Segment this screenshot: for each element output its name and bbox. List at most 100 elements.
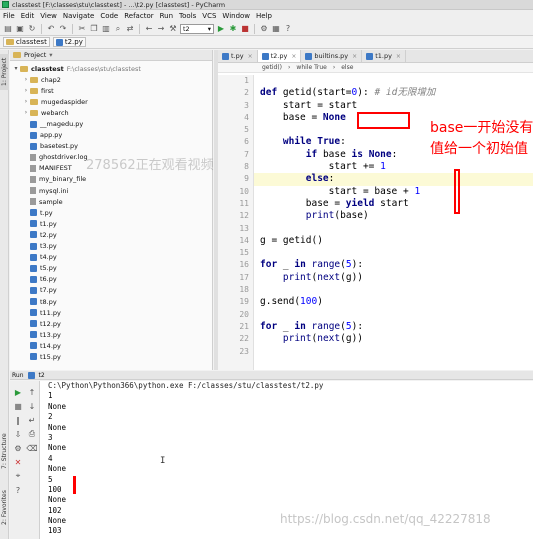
dump-threads-icon[interactable]: ⇩ <box>13 429 23 439</box>
trash-icon[interactable]: ⌫ <box>26 443 37 453</box>
expand-right-icon[interactable]: › <box>22 98 30 105</box>
console-output-line: 103 <box>48 526 62 536</box>
open-icon[interactable]: ▤ <box>3 24 13 34</box>
expand-right-icon[interactable]: › <box>22 109 30 116</box>
toolbar-separator <box>139 23 140 34</box>
menu-window[interactable]: Window <box>219 12 253 20</box>
tree-item-label: t11.py <box>40 308 61 317</box>
find-icon[interactable]: ⌕ <box>113 24 123 34</box>
nav-project[interactable]: classtest <box>3 37 50 47</box>
menu-refactor[interactable]: Refactor <box>121 12 156 20</box>
paste-icon[interactable]: ▥ <box>101 24 111 34</box>
menu-view[interactable]: View <box>37 12 60 20</box>
menu-tools[interactable]: Tools <box>176 12 199 20</box>
run-config-select[interactable]: t2 ▾ <box>180 23 214 34</box>
tree-root[interactable]: ▾ classtest F:\classes\stu\classtest <box>10 63 212 74</box>
tree-item[interactable]: t5.py <box>10 263 212 274</box>
help-icon[interactable]: ? <box>13 485 23 495</box>
menu-navigate[interactable]: Navigate <box>60 12 97 20</box>
build-icon[interactable]: ⚒ <box>168 24 178 34</box>
tab-t2[interactable]: t2.py × <box>257 50 302 62</box>
project-structure-icon[interactable]: ▦ <box>271 24 281 34</box>
help-icon[interactable]: ? <box>283 24 293 34</box>
sync-icon[interactable]: ↻ <box>27 24 37 34</box>
tree-item[interactable]: t6.py <box>10 274 212 285</box>
tree-item[interactable]: t12.py <box>10 318 212 329</box>
tree-item[interactable]: t.py <box>10 207 212 218</box>
forward-icon[interactable]: → <box>156 24 166 34</box>
tab-t1[interactable]: t1.py × <box>362 50 406 62</box>
project-tool-tab[interactable]: 1: Project <box>0 54 9 90</box>
breadcrumb-while[interactable]: while True <box>296 64 326 71</box>
line-number: 16 <box>239 260 249 270</box>
cut-icon[interactable]: ✂ <box>77 24 87 34</box>
tree-item[interactable]: t2.py <box>10 229 212 240</box>
tree-item[interactable]: sample <box>10 196 212 207</box>
tree-item-label: my_binary_file <box>39 175 87 184</box>
tree-item[interactable]: t11.py <box>10 307 212 318</box>
tree-item[interactable]: t13.py <box>10 329 212 340</box>
tree-item[interactable]: t15.py <box>10 351 212 362</box>
stop-icon[interactable]: ■ <box>240 24 250 34</box>
project-panel-title[interactable]: Project <box>24 51 46 59</box>
tree-item[interactable]: __magedu.py <box>10 118 212 129</box>
menu-code[interactable]: Code <box>97 12 121 20</box>
menu-help[interactable]: Help <box>253 12 275 20</box>
print-icon[interactable]: ⎙ <box>27 429 37 439</box>
scroll-up-icon[interactable]: ↑ <box>27 387 37 397</box>
tab-builtins[interactable]: builtins.py × <box>301 50 363 62</box>
undo-icon[interactable]: ↶ <box>46 24 56 34</box>
scroll-down-icon[interactable]: ↓ <box>27 401 37 411</box>
replace-icon[interactable]: ⇄ <box>125 24 135 34</box>
stop-icon[interactable]: ■ <box>13 401 23 411</box>
expand-down-icon[interactable]: ▾ <box>12 65 20 72</box>
expand-right-icon[interactable]: › <box>22 76 30 83</box>
redo-icon[interactable]: ↷ <box>58 24 68 34</box>
tree-item[interactable]: › mugedaspider <box>10 96 212 107</box>
save-icon[interactable]: ▣ <box>15 24 25 34</box>
menu-edit[interactable]: Edit <box>18 12 38 20</box>
rerun-icon[interactable]: ▶ <box>13 387 23 397</box>
pin-icon[interactable]: ⌖ <box>13 471 23 481</box>
close-icon[interactable]: × <box>248 53 253 60</box>
breadcrumb-else[interactable]: else <box>341 64 353 71</box>
tree-item[interactable]: my_binary_file <box>10 174 212 185</box>
tree-item[interactable]: basetest.py <box>10 141 212 152</box>
nav-file[interactable]: t2.py <box>52 37 86 47</box>
debug-icon[interactable]: ✱ <box>228 24 238 34</box>
tree-item[interactable]: t3.py <box>10 241 212 252</box>
close-icon[interactable]: × <box>396 53 401 60</box>
menu-vcs[interactable]: VCS <box>199 12 219 20</box>
expand-right-icon[interactable]: › <box>22 87 30 94</box>
tree-item[interactable]: › webarch <box>10 107 212 118</box>
menu-file[interactable]: File <box>0 12 18 20</box>
favorites-tool-tab[interactable]: 2: Favorites <box>0 485 9 531</box>
close-icon[interactable]: × <box>352 53 357 60</box>
tree-item[interactable]: t14.py <box>10 340 212 351</box>
copy-icon[interactable]: ❐ <box>89 24 99 34</box>
menu-run[interactable]: Run <box>157 12 176 20</box>
settings-icon[interactable]: ⚙ <box>259 24 269 34</box>
tree-item[interactable]: t1.py <box>10 218 212 229</box>
tree-item[interactable]: t7.py <box>10 285 212 296</box>
close-icon[interactable]: ✕ <box>13 457 23 467</box>
pause-icon[interactable]: ‖ <box>13 415 23 425</box>
settings-icon[interactable]: ⚙ <box>13 443 23 453</box>
tree-item[interactable]: › chap2 <box>10 74 212 85</box>
structure-tool-tab[interactable]: 7: Structure <box>0 430 9 472</box>
soft-wrap-icon[interactable]: ↵ <box>27 415 37 425</box>
run-icon[interactable]: ▶ <box>216 24 226 34</box>
tree-item-label: mysql.ini <box>39 186 69 195</box>
tree-item[interactable]: › first <box>10 85 212 96</box>
tab-t[interactable]: t.py × <box>218 50 258 62</box>
tree-item[interactable]: app.py <box>10 130 212 141</box>
tree-item[interactable]: t8.py <box>10 296 212 307</box>
back-icon[interactable]: ← <box>144 24 154 34</box>
tree-item[interactable]: t4.py <box>10 252 212 263</box>
chevron-down-icon[interactable]: ▾ <box>49 51 52 59</box>
run-config-tab[interactable]: t2 <box>39 372 45 379</box>
breadcrumb-function[interactable]: getid() <box>262 64 282 71</box>
tab-label: t1.py <box>375 52 392 60</box>
close-icon[interactable]: × <box>291 53 296 60</box>
tree-item[interactable]: mysql.ini <box>10 185 212 196</box>
